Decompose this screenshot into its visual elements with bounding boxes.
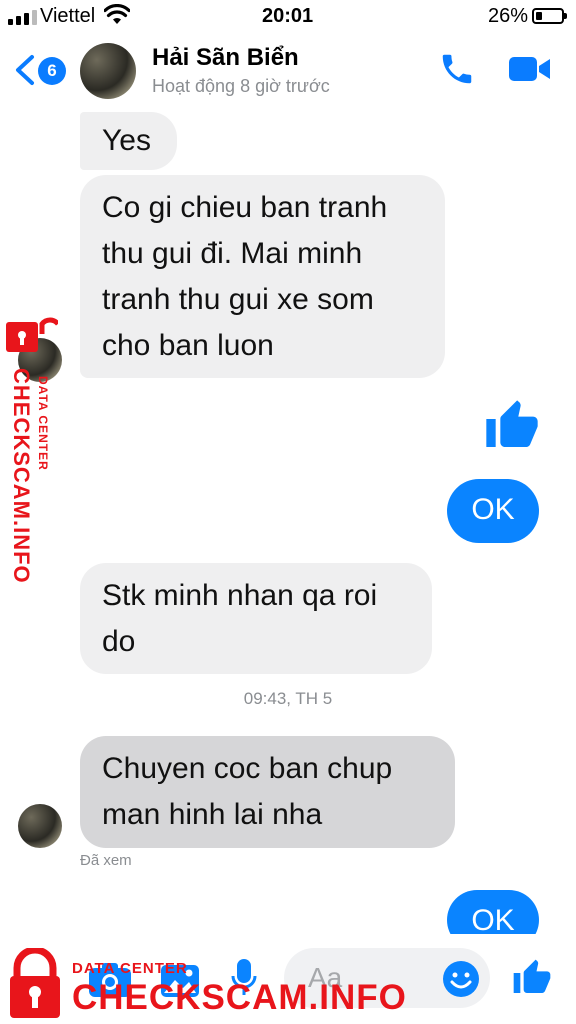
clock: 20:01 (262, 5, 314, 27)
watermark-brand: CHECKSCAM.INFO (72, 978, 407, 1017)
contact-name[interactable]: Hải Sãn Biển (152, 44, 299, 72)
message-bubble-incoming-selected[interactable]: Chuyen coc ban chup man hinh lai nha (80, 736, 455, 848)
phone-call-icon[interactable] (438, 50, 476, 88)
message-bubble-incoming[interactable]: Co gi chieu ban tranh thu gui đi. Mai mi… (80, 175, 445, 378)
contact-active-status: Hoạt động 8 giờ trước (152, 76, 330, 96)
battery-icon (532, 8, 567, 24)
wifi-icon (104, 4, 130, 24)
emoji-icon[interactable] (442, 960, 480, 998)
back-chevron-icon[interactable] (12, 54, 36, 86)
sender-avatar (18, 804, 62, 848)
battery-percent: 26% (488, 5, 529, 27)
watermark-tag-vertical: DATA CENTER (36, 376, 50, 471)
watermark-lock-icon (6, 317, 58, 352)
message-timestamp: 09:43, TH 5 (243, 689, 333, 708)
status-bar: Viettel 20:01 26% (0, 0, 576, 34)
unread-count-badge[interactable]: 6 (38, 57, 66, 85)
seen-indicator: Đã xem (80, 852, 132, 869)
chat-header: 6 Hải Sãn Biển Hoạt động 8 giờ trước (0, 34, 576, 106)
message-bubble-incoming[interactable]: Yes (80, 112, 177, 170)
watermark-lock-icon (10, 948, 60, 1018)
signal-icon (8, 10, 37, 25)
thumbs-up-send-icon[interactable] (512, 958, 552, 998)
watermark-tag: DATA CENTER (72, 960, 188, 977)
thumbs-up-sticker-icon[interactable] (484, 398, 540, 454)
message-bubble-incoming[interactable]: Stk minh nhan qa roi do (80, 563, 432, 674)
watermark-brand-vertical: CHECKSCAM.INFO (9, 368, 34, 584)
video-call-icon[interactable] (508, 54, 552, 84)
carrier-label: Viettel (40, 5, 96, 27)
message-bubble-outgoing[interactable]: OK (447, 479, 539, 543)
contact-avatar[interactable] (80, 43, 136, 99)
